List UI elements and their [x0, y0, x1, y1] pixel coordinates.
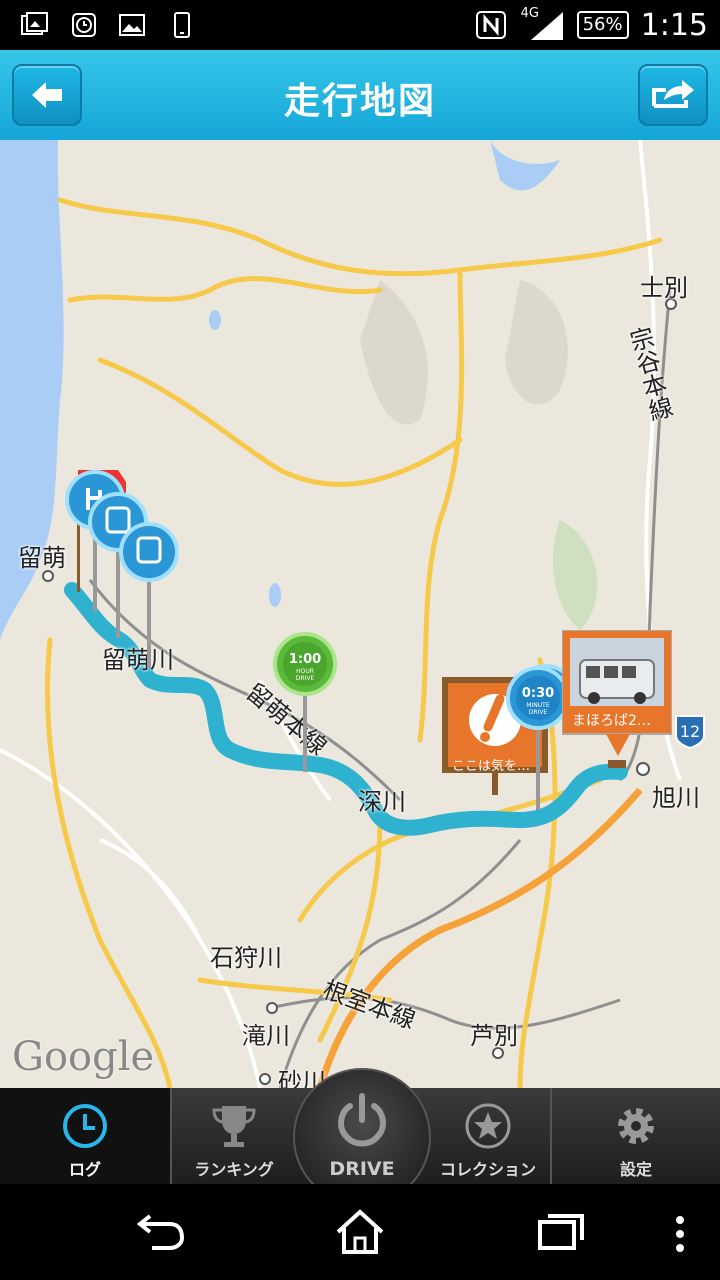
tab-collection[interactable]: コレクション — [426, 1088, 550, 1184]
image-icon — [119, 14, 145, 36]
hour-drive-word: DRIVE — [296, 675, 315, 682]
page-title: 走行地図 — [283, 81, 436, 122]
photos-icon — [21, 12, 48, 35]
lake — [269, 583, 281, 607]
phone-icon — [174, 12, 190, 38]
minute-drive-unit: MINUTE — [526, 702, 549, 709]
network-type: 4G — [520, 6, 539, 21]
power-icon — [338, 1093, 386, 1147]
tab-log[interactable]: ログ — [0, 1088, 170, 1184]
star-icon — [465, 1103, 511, 1149]
hour-drive-time: 1:00 — [289, 652, 321, 667]
tab-ranking[interactable]: ランキング — [172, 1088, 296, 1184]
hour-drive-marker[interactable]: 1:00 HOUR DRIVE — [272, 632, 338, 778]
alarm-icon — [72, 13, 96, 37]
minute-drive-time: 0:30 — [522, 686, 554, 701]
place-takikawa: 滝川 — [242, 1022, 290, 1050]
drive-map[interactable]: 12 留萌 留萌川 士別 旭川 石狩川 滝川 芦別 砂川 深川 宗谷本線 留萌本… — [0, 140, 720, 1088]
train-icon — [119, 522, 179, 582]
terrain — [552, 520, 598, 630]
home-nav-button[interactable] — [334, 1208, 386, 1256]
place-ishikarigawa: 石狩川 — [210, 944, 282, 972]
gear-icon — [618, 1108, 654, 1144]
place-fukagawa: 深川 — [358, 788, 406, 816]
place-rumoi: 留萌 — [18, 544, 66, 572]
share-button[interactable] — [638, 64, 708, 126]
recents-nav-button[interactable] — [536, 1212, 586, 1252]
more-options-icon[interactable] — [670, 1214, 690, 1254]
google-attribution: Google — [12, 1034, 155, 1080]
share-arrow-icon — [652, 80, 694, 108]
photo-caption: まほろば2… — [572, 713, 651, 729]
station-markers[interactable] — [60, 460, 190, 680]
place-asahikawa: 旭川 — [652, 784, 700, 812]
back-nav-button[interactable] — [136, 1212, 186, 1252]
minute-drive-word: DRIVE — [529, 709, 548, 716]
lake — [209, 310, 221, 330]
tab-ranking-label: ランキング — [194, 1160, 274, 1179]
tab-log-label: ログ — [68, 1160, 101, 1179]
app-header: 走行地図 — [0, 50, 720, 142]
battery-indicator: 56% — [576, 11, 629, 39]
terrain — [360, 280, 428, 425]
clock: 1:15 — [640, 7, 708, 43]
trophy-icon — [212, 1106, 256, 1147]
drive-label: DRIVE — [329, 1158, 395, 1180]
system-nav-bar — [0, 1184, 720, 1280]
place-ashibetsu: 芦別 — [470, 1022, 518, 1050]
lake — [490, 140, 560, 191]
place-shibetsu: 士別 — [640, 274, 688, 302]
tab-settings-label: 設定 — [619, 1160, 652, 1179]
clock-icon — [63, 1104, 107, 1148]
photo-marker[interactable]: まほろば2… — [562, 630, 672, 780]
status-bar: 4G 56% 1:15 — [0, 0, 720, 50]
tab-settings[interactable]: 設定 — [552, 1088, 720, 1184]
signal-icon: 4G — [520, 6, 565, 42]
nfc-icon — [475, 11, 506, 39]
hour-drive-unit: HOUR — [296, 668, 314, 675]
tab-collection-label: コレクション — [439, 1160, 536, 1179]
route-shield-number: 12 — [680, 722, 700, 741]
terrain — [505, 280, 568, 405]
